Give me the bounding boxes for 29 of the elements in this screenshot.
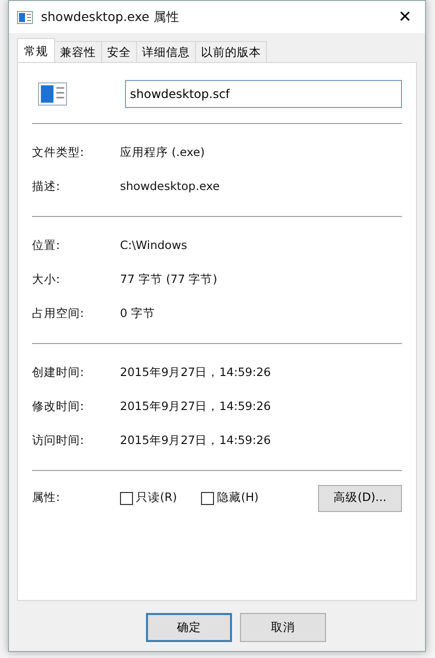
field-value: showdesktop.exe (120, 178, 220, 196)
field-value: 0 字节 (120, 305, 155, 322)
advanced-button[interactable]: 高级(D)... (318, 484, 402, 512)
tab[interactable]: 以前的版本 (195, 41, 267, 62)
field-value: 2015年9月27日，14:59:26 (120, 432, 271, 450)
field-value: C:\Windows (120, 237, 188, 254)
field-label: 大小: (32, 271, 61, 288)
close-button[interactable]: ✕ (385, 1, 425, 33)
field-value: 应用程序 (.exe) (120, 144, 205, 162)
field-label: 访问时间: (32, 432, 85, 450)
cancel-button[interactable]: 取消 (240, 613, 326, 642)
field-label: 修改时间: (32, 398, 85, 416)
field-label: 位置: (32, 237, 61, 254)
ok-button[interactable]: 确定 (146, 613, 232, 642)
checkbox[interactable]: 只读(R) (120, 489, 177, 507)
file-icon (38, 82, 68, 106)
field-value: 2015年9月27日，14:59:26 (120, 364, 271, 382)
field-label: 创建时间: (32, 364, 85, 382)
file-name-field[interactable]: showdesktop.scf (125, 80, 402, 108)
field-label: 描述: (32, 178, 61, 196)
checkbox[interactable]: 隐藏(H) (200, 489, 259, 507)
field-value: 2015年9月27日，14:59:26 (120, 398, 271, 416)
field-label: 占用空间: (32, 305, 85, 322)
field-label: 文件类型: (32, 144, 85, 162)
attributes-label: 属性: (32, 489, 61, 506)
tab[interactable]: 常规 (17, 38, 55, 62)
app-icon (17, 10, 33, 24)
window-title: showdesktop.exe 属性 (41, 8, 180, 26)
field-value: 77 字节 (77 字节) (120, 271, 218, 288)
